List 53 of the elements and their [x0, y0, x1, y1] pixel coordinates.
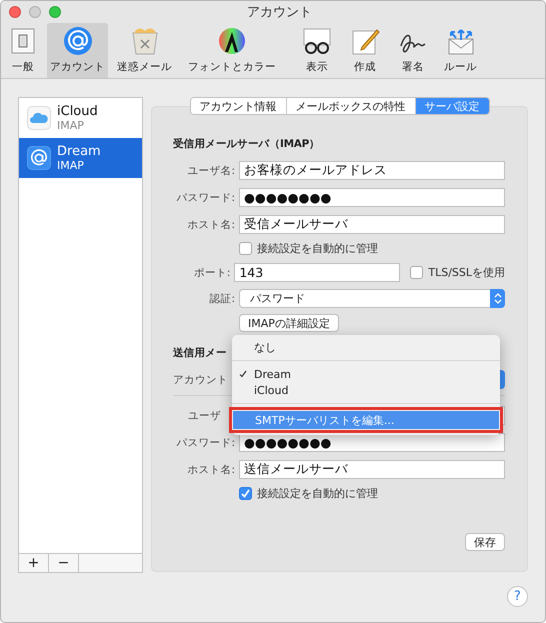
field-label: パスワード:	[175, 436, 235, 450]
checkbox-text: 接続設定を自動的に管理	[257, 241, 378, 256]
menu-item[interactable]: iCloud	[232, 382, 500, 398]
field-label: パスワード:	[175, 190, 235, 204]
field-label: ユーザ名:	[186, 164, 235, 178]
advanced-settings-button[interactable]: IMAPの詳細設定	[239, 314, 339, 332]
checkbox[interactable]	[410, 266, 424, 279]
toolbar-tab[interactable]: 表示	[299, 23, 335, 78]
checkbox-text: 接続設定を自動的に管理	[257, 486, 378, 501]
window-title: アカウント	[247, 4, 312, 21]
dropdown-value: パスワード	[250, 291, 305, 306]
glasses-icon	[302, 26, 332, 56]
input-field[interactable]: ●●●●●●●●	[239, 433, 505, 452]
input-field[interactable]: お客様のメールアドレス	[239, 161, 505, 180]
input-field[interactable]: 143	[234, 263, 400, 282]
field-label: 認証:	[208, 292, 235, 306]
at-sign-icon	[27, 146, 51, 170]
at-sign-icon	[62, 26, 92, 56]
input-field[interactable]: 送信メールサーバ	[239, 460, 505, 479]
field-label: アカウント	[173, 372, 229, 386]
dropdown[interactable]: パスワード	[239, 289, 505, 308]
help-button[interactable]: ?	[507, 586, 528, 607]
field-label: ユーザ	[187, 408, 222, 422]
stepper-icon	[494, 293, 502, 304]
cloud-icon	[27, 106, 51, 130]
toolbar-tab[interactable]: ルール	[441, 23, 480, 78]
toolbar-tab[interactable]: 作成	[347, 23, 383, 78]
toolbar-tab[interactable]: 一般	[5, 23, 41, 78]
account-item[interactable]: Dream IMAP	[19, 138, 142, 178]
checkbox-text: TLS/SSLを使用	[428, 265, 505, 280]
toolbar-tab[interactable]: 署名	[395, 23, 431, 78]
menu-item[interactable]: Dream	[232, 366, 500, 382]
checkbox[interactable]	[239, 487, 252, 500]
save-button[interactable]: 保存	[465, 533, 505, 551]
field-label: ポート:	[192, 266, 230, 280]
input-field[interactable]: 受信メールサーバ	[239, 215, 505, 234]
checkmark-icon	[239, 370, 247, 378]
checkbox[interactable]	[239, 242, 252, 255]
zoom-button[interactable]	[49, 6, 61, 18]
section-title: 受信用メールサーバ（IMAP）	[173, 137, 321, 151]
field-label: ホスト名:	[186, 462, 235, 476]
menu-item[interactable]: なし	[232, 339, 500, 355]
section-title: 送信用メー	[173, 346, 227, 360]
toolbar-tab[interactable]: 迷惑メール	[114, 23, 175, 78]
toolbar-tab[interactable]: フォントとカラー	[185, 23, 279, 78]
color-wheel-icon	[217, 26, 247, 56]
trash-bin-icon	[130, 26, 160, 56]
minimize-button[interactable]	[29, 6, 41, 18]
toolbar-tab[interactable]: アカウント	[47, 23, 108, 78]
input-field[interactable]: ●●●●●●●●	[239, 188, 505, 207]
field-label: ホスト名:	[186, 218, 235, 232]
tab[interactable]: アカウント情報	[190, 98, 286, 114]
close-button[interactable]	[9, 6, 21, 18]
